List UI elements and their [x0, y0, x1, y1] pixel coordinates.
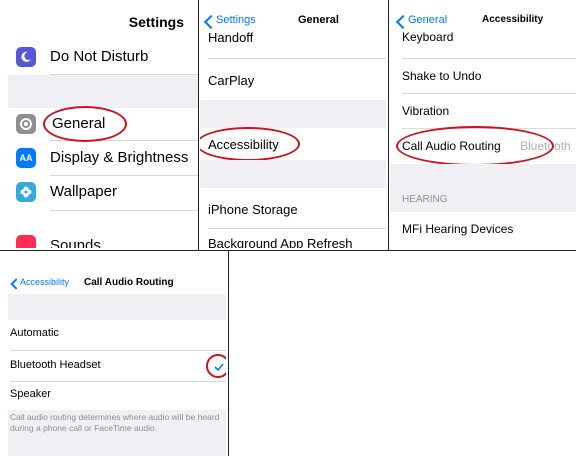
list-item-value: Bluetooth	[520, 139, 571, 153]
settings-item-label: Sounds	[50, 237, 101, 248]
settings-item-display-brightness[interactable]: AA Display & Brightness	[8, 141, 198, 175]
group-separator	[8, 75, 198, 108]
list-item-label: Shake to Undo	[402, 69, 482, 83]
footer-note: Call audio routing determines where audi…	[10, 412, 220, 433]
list-item-label: CarPlay	[208, 73, 255, 88]
wallpaper-flower-icon	[16, 182, 36, 202]
option-label: Bluetooth Headset	[10, 359, 101, 371]
nav-title: Call Audio Routing	[84, 277, 174, 288]
moon-icon	[16, 47, 36, 67]
group-separator	[8, 294, 226, 320]
back-label: General	[408, 14, 448, 26]
list-item-label: MFi Hearing Devices	[402, 222, 514, 236]
settings-item-general[interactable]: General	[8, 108, 198, 140]
panel-divider	[0, 250, 576, 251]
list-item-background-app-refresh[interactable]: Background App Refresh	[200, 229, 386, 248]
general-panel: Settings General Handoff CarPlay Accessi…	[200, 8, 386, 248]
settings-item-label: Display & Brightness	[50, 149, 189, 166]
list-item-shake-to-undo[interactable]: Shake to Undo	[390, 59, 576, 93]
list-item-mfi-hearing-devices[interactable]: MFi Hearing Devices	[390, 212, 576, 248]
gear-icon	[16, 114, 36, 134]
checkmark-icon	[214, 359, 224, 372]
option-bluetooth-headset[interactable]: Bluetooth Headset	[8, 351, 226, 381]
list-item-iphone-storage[interactable]: iPhone Storage	[200, 188, 386, 228]
list-item-keyboard[interactable]: Keyboard	[390, 26, 576, 58]
settings-item-do-not-disturb[interactable]: Do Not Disturb	[8, 40, 198, 74]
nav-title: General	[298, 14, 339, 26]
list-item-call-audio-routing[interactable]: Call Audio Routing Bluetooth	[390, 129, 576, 163]
settings-item-sounds[interactable]: Sounds	[8, 211, 198, 248]
option-speaker[interactable]: Speaker	[8, 382, 226, 410]
list-item-handoff[interactable]: Handoff	[200, 26, 386, 56]
settings-item-label: General	[52, 115, 106, 132]
accessibility-panel: General Accessibility Keyboard Shake to …	[390, 8, 576, 248]
nav-title: Settings	[128, 14, 184, 30]
list-item-label: Keyboard	[402, 30, 454, 44]
list-item-label: iPhone Storage	[208, 202, 298, 217]
settings-panel: Settings Do Not Disturb General AA Displ…	[8, 8, 198, 248]
settings-item-label: Do Not Disturb	[50, 48, 149, 65]
display-brightness-icon: AA	[16, 148, 36, 168]
list-item-vibration[interactable]: Vibration	[390, 94, 576, 128]
list-item-label: Vibration	[402, 104, 450, 118]
group-separator	[200, 100, 386, 128]
speaker-icon	[16, 235, 36, 248]
back-button[interactable]: Accessibility	[8, 276, 78, 292]
back-label: Accessibility	[20, 277, 70, 287]
nav-title: Accessibility	[482, 14, 544, 25]
section-header: HEARING	[402, 194, 448, 205]
group-separator	[200, 160, 386, 188]
list-item-label: Accessibility	[208, 137, 279, 152]
call-audio-routing-panel: Accessibility Call Audio Routing Automat…	[8, 262, 226, 456]
list-item-label: Call Audio Routing	[402, 139, 501, 153]
list-item-label: Background App Refresh	[208, 236, 353, 248]
panel-divider	[388, 0, 389, 250]
settings-item-wallpaper[interactable]: Wallpaper	[8, 176, 198, 210]
list-item-carplay[interactable]: CarPlay	[200, 59, 386, 99]
list-item-accessibility[interactable]: Accessibility	[200, 128, 386, 160]
back-label: Settings	[216, 14, 256, 26]
option-label: Automatic	[10, 327, 59, 339]
option-label: Speaker	[10, 388, 51, 400]
option-automatic[interactable]: Automatic	[8, 320, 226, 350]
settings-item-label: Wallpaper	[50, 183, 117, 200]
list-item-label: Handoff	[208, 30, 254, 45]
panel-divider	[198, 0, 199, 250]
panel-divider	[228, 250, 229, 456]
